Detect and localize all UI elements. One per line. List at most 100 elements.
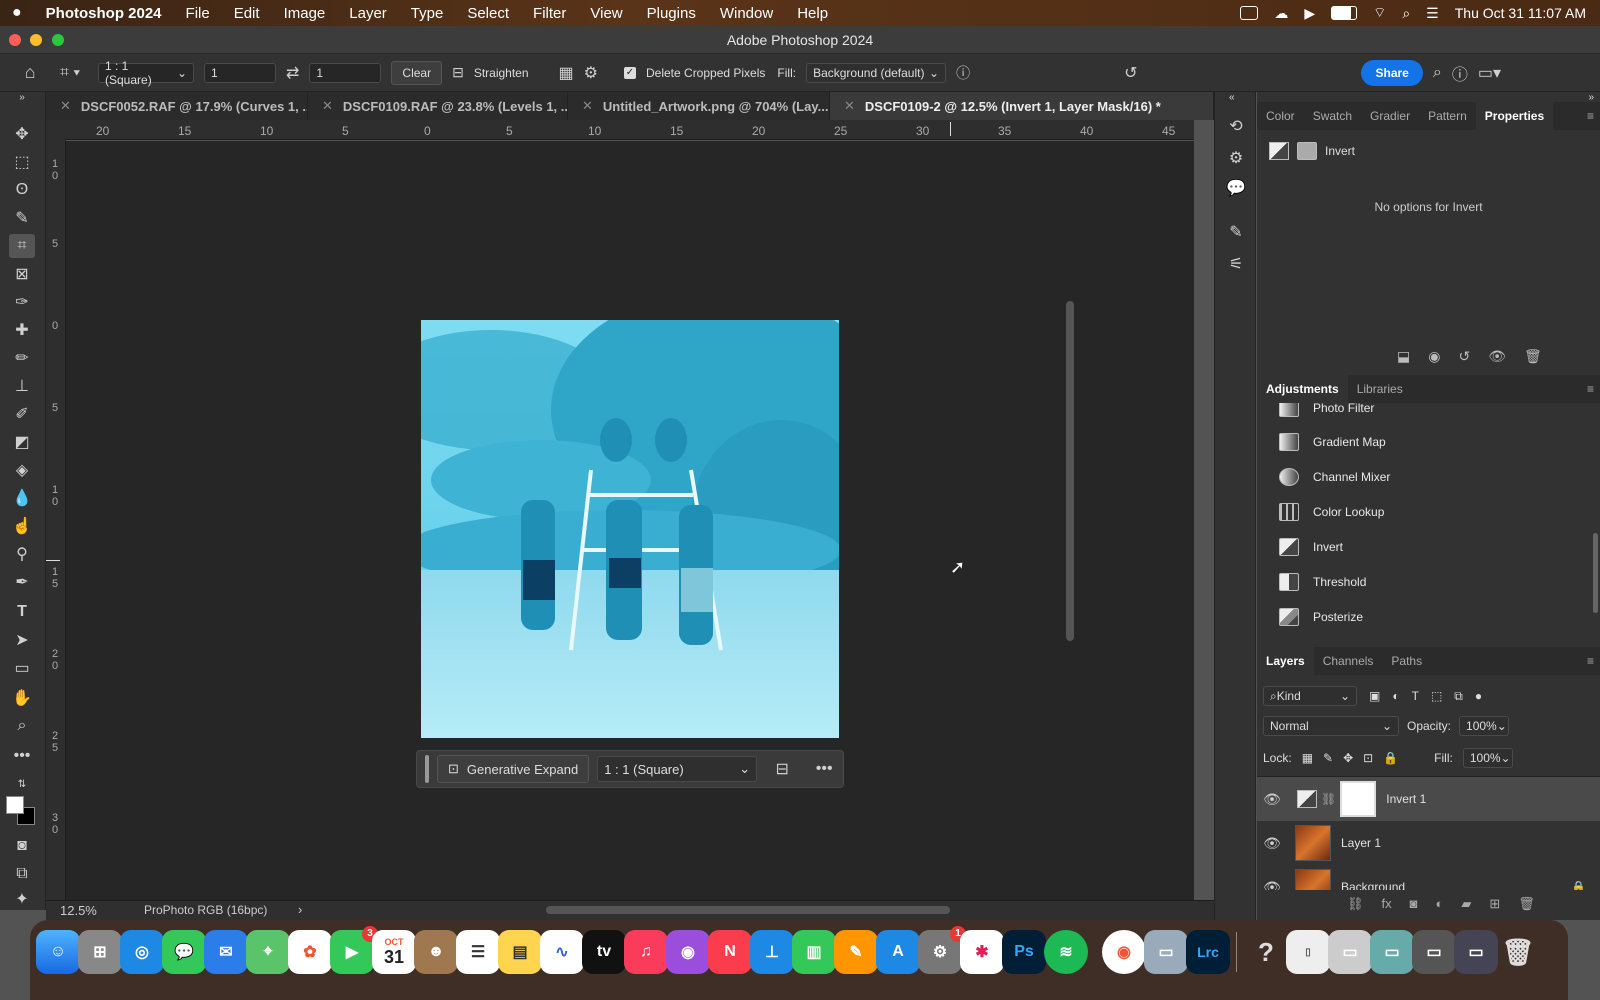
filter-type-icon[interactable]: T [1412,689,1419,703]
menu-filter[interactable]: Filter [521,5,578,22]
visibility-eye-icon[interactable]: 👁 [1257,791,1287,808]
panel-menu-icon[interactable]: ≡ [1587,654,1600,668]
menu-type[interactable]: Type [399,5,456,22]
menu-layer[interactable]: Layer [337,5,399,22]
adjustment-photo-filter[interactable]: Photo Filter [1279,403,1374,421]
adjustment-color-lookup[interactable]: Color Lookup [1279,499,1384,525]
visibility-eye-icon[interactable]: 👁 [1257,879,1287,891]
color-profile[interactable]: ProPhoto RGB (16bpc) [144,903,267,917]
layer-kind-filter[interactable]: ⌕ Kind ⌄ [1263,686,1357,706]
filter-toggle-icon[interactable]: ● [1475,689,1482,703]
help-icon[interactable]: ⓘ [1452,61,1468,85]
control-center-icon[interactable]: ☰ [1426,5,1439,22]
layer-row-invert[interactable]: 👁 ⛓ Invert 1 [1257,777,1600,821]
menu-plugins[interactable]: Plugins [635,5,708,22]
tab-properties[interactable]: Properties [1475,102,1554,130]
filter-pixel-icon[interactable]: ▣ [1369,689,1380,703]
brush-tool-icon[interactable]: ✏ [9,346,35,370]
freeform-icon[interactable]: ∿ [540,930,584,974]
menu-view[interactable]: View [578,5,634,22]
history-brush-tool-icon[interactable]: ✐ [9,402,35,426]
menu-file[interactable]: File [174,5,222,22]
tab-gradients[interactable]: Gradier [1361,102,1419,130]
folder-stack-icon[interactable]: ▭ [1412,930,1456,974]
crop-tool-icon[interactable]: ⌗ [9,234,35,258]
lasso-tool-icon[interactable]: ʘ [9,178,35,202]
magic-wand-tool-icon[interactable]: ✎ [9,206,35,230]
adjustments-scrollbar[interactable] [1593,533,1598,613]
adjustment-channel-mixer[interactable]: Channel Mixer [1279,464,1390,490]
adjustment-invert[interactable]: Invert [1279,534,1343,560]
path-selection-tool-icon[interactable]: ➤ [9,628,35,652]
close-tab-icon[interactable]: ✕ [844,98,855,114]
document-icon[interactable]: ▯ [1286,930,1330,974]
layer-row-background[interactable]: 👁 Background 🔒 [1257,865,1600,890]
tab-layers[interactable]: Layers [1257,647,1314,675]
spotlight-search-icon[interactable]: ⌕ [1402,5,1410,22]
comments-panel-icon[interactable]: 💬 [1223,176,1249,200]
apple-icon[interactable]: ● [0,4,34,22]
crop-settings-gear-icon[interactable]: ⚙ [584,63,598,83]
tab-libraries[interactable]: Libraries [1348,375,1412,403]
messages-icon[interactable]: 💬 [162,930,206,974]
overlay-grid-icon[interactable]: ▦ [559,63,574,83]
drag-handle[interactable] [425,755,429,783]
info-icon[interactable]: ⓘ [956,63,970,83]
straighten-button[interactable]: Straighten [474,66,529,80]
view-previous-state-icon[interactable]: ◉ [1428,348,1440,365]
screenshots-stack-icon[interactable]: ▭ [1370,930,1414,974]
finder-icon[interactable]: ☺ [36,930,80,974]
clip-to-layer-icon[interactable]: ⬓ [1397,348,1410,365]
preview-icon[interactable]: ▭ [1144,930,1188,974]
tab-color[interactable]: Color [1257,102,1304,130]
frame-tool-icon[interactable]: ⊠ [9,262,35,286]
battery-icon[interactable] [1331,6,1358,20]
minimize-window-button[interactable] [30,34,42,46]
play-icon[interactable]: ▶ [1304,5,1315,22]
delete-adjustment-icon[interactable]: 🗑 [1524,348,1542,365]
lock-all-icon[interactable]: 🔒 [1383,751,1398,765]
app-menu[interactable]: Photoshop 2024 [34,5,174,22]
link-layers-icon[interactable]: ⛓ [1347,896,1364,912]
reset-adjustment-icon[interactable]: ↺ [1458,348,1470,365]
reminders-icon[interactable]: ☰ [456,930,500,974]
plugins-panel-icon[interactable]: ⚙ [1223,146,1249,170]
tab-dscf0052[interactable]: ✕ DSCF0052.RAF @ 17.9% (Curves 1, ... [46,92,308,120]
zoom-window-button[interactable] [52,34,64,46]
crop-width-input[interactable]: 1 [204,62,276,83]
creative-cloud-icon[interactable]: ☁ [1274,5,1288,22]
menu-select[interactable]: Select [455,5,521,22]
tab-paths[interactable]: Paths [1382,647,1431,675]
notes-icon[interactable]: ▤ [498,930,542,974]
swap-colors-icon[interactable]: ⇅ [9,772,35,796]
facetime-icon[interactable]: ▶ 3 [330,926,378,974]
adjustment-posterize[interactable]: Posterize [1279,604,1363,630]
layer-name[interactable]: Background [1341,880,1405,890]
mask-icon[interactable] [1297,142,1317,160]
delete-cropped-checkbox[interactable]: ✓ [624,66,636,79]
horizontal-ruler[interactable]: 20 15 10 5 0 5 10 15 20 25 30 35 40 45 [66,120,1194,140]
generative-fill-icon[interactable]: ✦ [9,890,35,908]
more-options-icon[interactable]: ••• [807,760,841,778]
clone-stamp-tool-icon[interactable]: ⊥ [9,374,35,398]
dodge-tool-icon[interactable]: ⚲ [9,542,35,566]
foreground-color-swatch[interactable] [6,796,24,814]
panel-menu-icon[interactable]: ≡ [1587,382,1600,396]
add-mask-icon[interactable]: ◙ [1410,896,1418,912]
filter-smart-object-icon[interactable]: ⧉ [1454,689,1463,704]
blur-tool-icon[interactable]: 💧 [9,486,35,510]
adjustment-presets-icon[interactable]: ⚟ [1223,252,1249,276]
tab-untitled-artwork[interactable]: ✕ Untitled_Artwork.png @ 704% (Lay... [568,92,830,120]
lock-transparent-icon[interactable]: ▦ [1302,751,1313,765]
contacts-icon[interactable]: ☻ [414,930,458,974]
menu-window[interactable]: Window [708,5,785,22]
new-adjustment-icon[interactable]: ◐ [1436,896,1444,912]
panel-menu-icon[interactable]: ≡ [1587,109,1600,123]
status-expand-icon[interactable]: › [298,902,302,917]
filter-shape-icon[interactable]: ⬚ [1431,689,1442,703]
move-tool-icon[interactable]: ✥ [9,122,35,146]
straighten-icon[interactable]: ⊟ [452,64,464,81]
podcasts-icon[interactable]: ◉ [666,930,710,974]
trash-icon[interactable]: 🗑 [1496,930,1540,974]
smudge-tool-icon[interactable]: ☝ [9,514,35,538]
